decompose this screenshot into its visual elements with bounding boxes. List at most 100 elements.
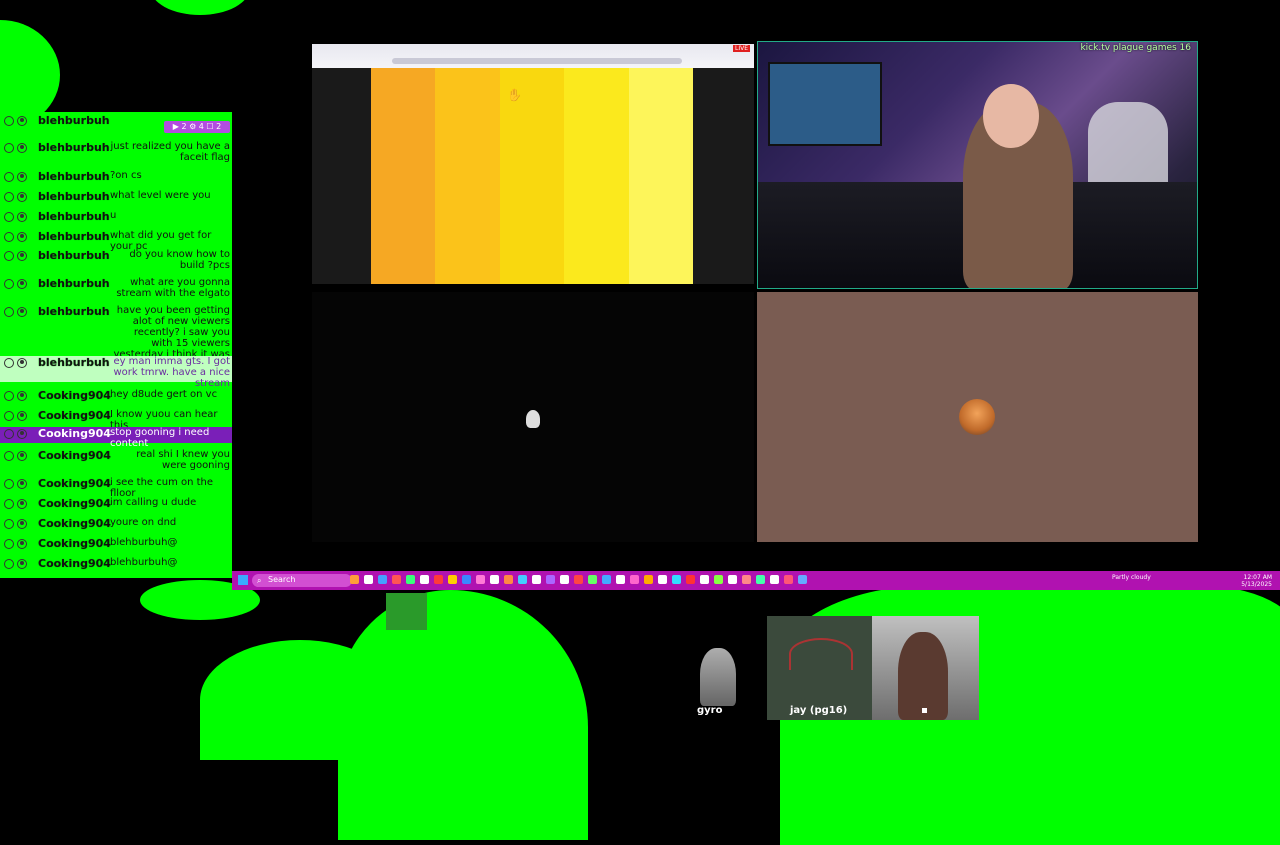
chat-username: blehburbuh <box>38 170 110 183</box>
chat-message: Cooking904 real shi I knew you were goon… <box>0 449 232 471</box>
participant-tile[interactable] <box>872 616 979 720</box>
taskbar-app-icon[interactable] <box>350 575 359 584</box>
taskbar-app-icon[interactable] <box>392 575 401 584</box>
chat-text: im calling u dude <box>110 497 197 508</box>
windows-start-icon[interactable] <box>238 575 248 585</box>
taskbar-app-icon[interactable] <box>490 575 499 584</box>
taskbar-app-icon[interactable] <box>364 575 373 584</box>
taskbar-app-icon[interactable] <box>700 575 709 584</box>
mod-icon <box>4 251 14 261</box>
taskbar-pinned-apps <box>350 575 807 584</box>
color-stripe <box>371 68 436 284</box>
mod-icon <box>4 358 14 368</box>
search-label: Search <box>268 575 296 584</box>
user-icon <box>17 499 27 509</box>
chat-username: Cooking904 <box>38 537 111 550</box>
address-bar[interactable] <box>392 58 682 64</box>
mod-icon <box>4 429 14 439</box>
taskbar-app-icon[interactable] <box>518 575 527 584</box>
taskbar-app-icon[interactable] <box>630 575 639 584</box>
user-icon <box>17 411 27 421</box>
taskbar-app-icon[interactable] <box>420 575 429 584</box>
chat-text: blehburbuh@ <box>110 557 178 568</box>
chat-text: do you know how to build ?pcs <box>129 249 230 271</box>
taskbar-app-icon[interactable] <box>504 575 513 584</box>
mod-icon <box>4 172 14 182</box>
monitor-image <box>768 62 882 146</box>
mod-icon <box>4 116 14 126</box>
streamer-head-image <box>983 84 1039 148</box>
chat-message: blehburbuh ?on cs <box>0 170 232 183</box>
taskbar-app-icon[interactable] <box>406 575 415 584</box>
taskbar-app-icon[interactable] <box>672 575 681 584</box>
chat-username: Cooking904 <box>38 389 111 402</box>
taskbar-app-icon[interactable] <box>532 575 541 584</box>
chat-text: ey man imma gts. I got work tmrw. have a… <box>113 356 230 389</box>
mod-icon <box>4 212 14 222</box>
taskbar-app-icon[interactable] <box>784 575 793 584</box>
chat-username: Cooking904 <box>38 427 111 440</box>
chat-message: Cooking904 blehburbuh@ <box>0 537 232 550</box>
chat-message: blehburbuh just realized you have a face… <box>0 141 232 163</box>
chat-text: stop gooning i need content <box>110 427 210 449</box>
taskbar-app-icon[interactable] <box>644 575 653 584</box>
weather-widget[interactable]: Partly cloudy <box>1112 574 1151 581</box>
chat-text: ?on cs <box>110 170 142 181</box>
taskbar-app-icon[interactable] <box>616 575 625 584</box>
browser-toolbar: LIVE <box>312 44 754 68</box>
user-icon <box>17 559 27 569</box>
taskbar-app-icon[interactable] <box>378 575 387 584</box>
taskbar-app-icon[interactable] <box>476 575 485 584</box>
user-icon <box>17 212 27 222</box>
taskbar-app-icon[interactable] <box>448 575 457 584</box>
taskbar-app-icon[interactable] <box>770 575 779 584</box>
participant-tile[interactable] <box>757 292 1198 542</box>
screen-share-tile[interactable]: LIVE ✋ <box>312 44 754 284</box>
taskbar-app-icon[interactable] <box>602 575 611 584</box>
system-tray-clock[interactable]: 12:07 AM 5/13/2025 <box>1241 574 1272 588</box>
user-icon <box>17 479 27 489</box>
chat-username: blehburbuh <box>38 277 110 290</box>
taskbar-app-icon[interactable] <box>742 575 751 584</box>
taskbar-app-icon[interactable] <box>714 575 723 584</box>
taskbar-app-icon[interactable] <box>658 575 667 584</box>
user-icon <box>17 539 27 549</box>
participant-tile[interactable] <box>312 292 754 542</box>
participant-avatar[interactable] <box>700 648 736 706</box>
mod-icon <box>4 143 14 153</box>
taskbar-app-icon[interactable] <box>434 575 443 584</box>
chat-username: Cooking904 <box>38 517 111 530</box>
mod-icon <box>4 192 14 202</box>
user-icon <box>17 451 27 461</box>
stream-overlay-title: kick.tv plague games 16 <box>1080 43 1191 53</box>
chat-username: blehburbuh <box>38 230 110 243</box>
taskbar-app-icon[interactable] <box>756 575 765 584</box>
color-stripes <box>371 68 694 284</box>
user-icon <box>17 307 27 317</box>
user-icon <box>17 391 27 401</box>
taskbar-app-icon[interactable] <box>798 575 807 584</box>
chat-message: blehburbuh <box>0 114 232 127</box>
user-icon <box>17 232 27 242</box>
mod-icon <box>4 307 14 317</box>
participant-thumbnail[interactable] <box>386 593 427 630</box>
user-icon <box>17 519 27 529</box>
user-icon <box>17 116 27 126</box>
chat-username: blehburbuh <box>38 249 110 262</box>
chat-username: blehburbuh <box>38 210 110 223</box>
taskbar-app-icon[interactable] <box>462 575 471 584</box>
chat-text: youre on dnd <box>110 517 177 528</box>
chat-message: Cooking904 hey d8ude gert on vc <box>0 389 232 402</box>
taskbar-search[interactable]: ⌕ Search <box>252 574 352 587</box>
taskbar-app-icon[interactable] <box>574 575 583 584</box>
taskbar-app-icon[interactable] <box>546 575 555 584</box>
chat-text: blehburbuh@ <box>110 537 178 548</box>
mod-icon <box>4 451 14 461</box>
taskbar-app-icon[interactable] <box>728 575 737 584</box>
stop-icon <box>922 708 927 713</box>
chat-username: Cooking904 <box>38 477 111 490</box>
taskbar-app-icon[interactable] <box>686 575 695 584</box>
taskbar-app-icon[interactable] <box>560 575 569 584</box>
webcam-tile[interactable]: kick.tv plague games 16 <box>757 41 1198 289</box>
taskbar-app-icon[interactable] <box>588 575 597 584</box>
